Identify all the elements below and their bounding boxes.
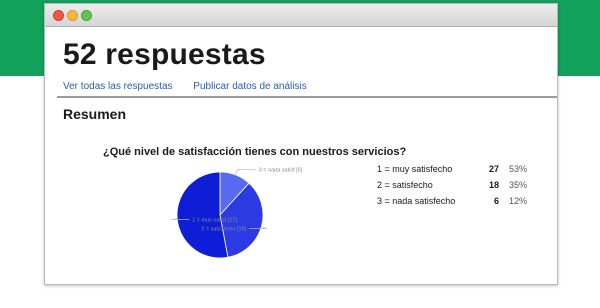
view-all-responses-link[interactable]: Ver todas las respuestas [63, 81, 173, 92]
pie-chart: 1 = muy satisf [27] 2 = satisfecho [18] 3 … [171, 167, 303, 259]
option-label: 2 = satisfecho [377, 179, 433, 190]
option-count: 27 [488, 163, 499, 174]
maximize-window-icon[interactable] [81, 10, 92, 21]
close-window-icon[interactable] [53, 10, 64, 21]
option-percent: 53% [509, 163, 528, 174]
pie-slice-label: 1 = muy satisf [27] [192, 218, 237, 224]
window-titlebar [45, 4, 557, 27]
browser-window: 52 respuestas Ver todas las respuestas P… [44, 3, 558, 285]
page-title: 52 respuestas [63, 38, 266, 71]
option-percent: 12% [509, 195, 528, 206]
pie-slice-1 [176, 171, 229, 259]
option-count: 18 [488, 179, 499, 190]
publish-analytics-link[interactable]: Publicar datos de análisis [193, 81, 306, 92]
section-title: Resumen [63, 106, 127, 122]
question-title: ¿Qué nivel de satisfacción tienes con nu… [103, 146, 407, 158]
option-percent: 35% [509, 179, 528, 190]
results-table: 1 = muy satisfecho 27 53% 2 = satisfecho 18 3… [377, 162, 527, 210]
table-row: 1 = muy satisfecho 27 53% [377, 162, 527, 178]
header-links: Ver todas las respuestas Publicar datos … [63, 81, 325, 92]
pie-leader-line [235, 168, 256, 176]
table-row: 2 = satisfecho 18 35% [377, 178, 527, 194]
option-label: 1 = muy satisfecho [377, 163, 453, 174]
option-count: 6 [493, 195, 499, 206]
minimize-window-icon[interactable] [67, 10, 78, 21]
table-row: 3 = nada satisfecho 6 12% [377, 194, 527, 210]
divider [57, 96, 557, 98]
option-label: 3 = nada satisfecho [377, 195, 456, 206]
pie-slice-label: 2 = satisfecho [18] [201, 226, 246, 232]
pie-slice-label: 3 = nada satisf [6] [259, 167, 303, 173]
